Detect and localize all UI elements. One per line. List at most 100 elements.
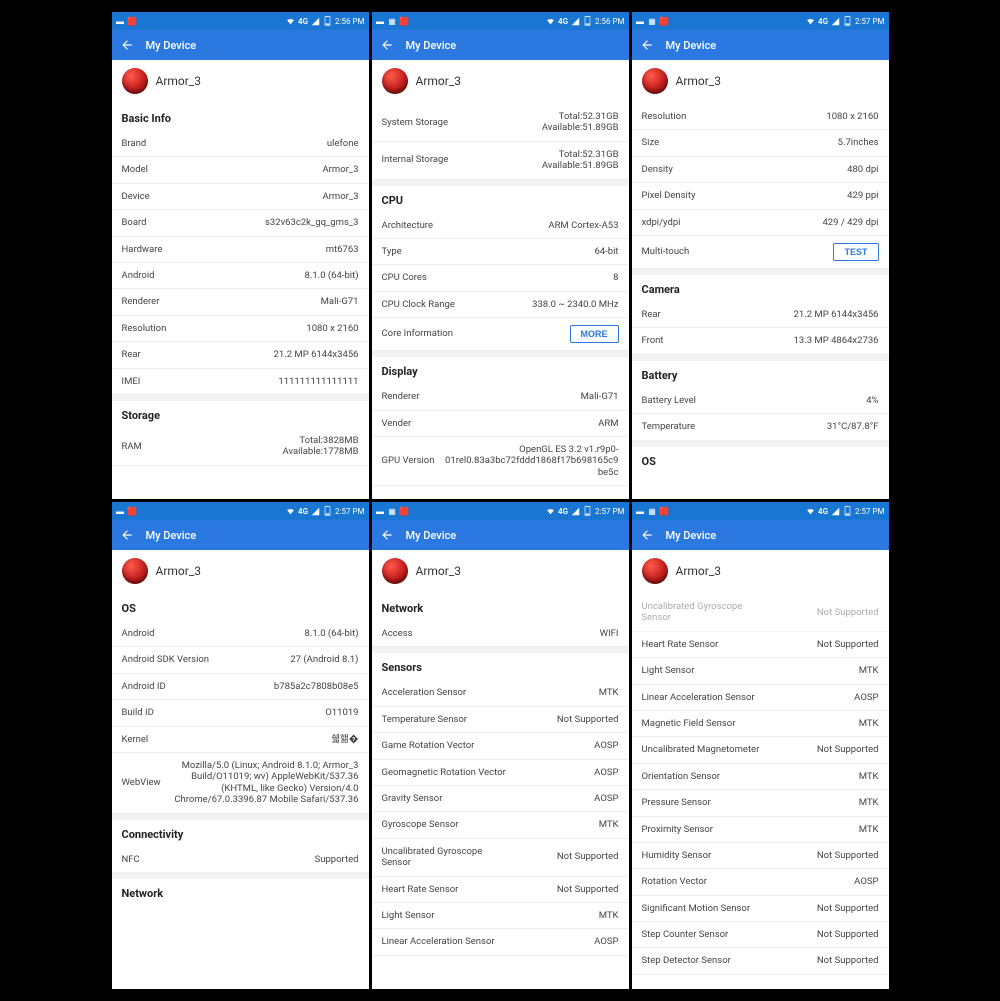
wifi-icon <box>546 17 555 26</box>
info-row: RAMTotal:3828MBAvailable:1778MB <box>112 428 369 466</box>
info-row: Uncalibrated MagnetometerNot Supported <box>632 737 889 763</box>
info-row: Core InformationMORE <box>372 318 629 351</box>
section-title: CPU <box>372 186 629 213</box>
info-row: Temperature31°C/87.8°F <box>632 414 889 440</box>
back-button[interactable] <box>380 38 394 52</box>
battery-icon <box>583 17 592 26</box>
scroll-content[interactable]: Armor_3 Resolution 1080 x 2160 Size 5.7inc… <box>632 60 889 499</box>
phone-screen-4: ▬🟥 4G 2:57 PM My Device Armor_3 OS Andro… <box>112 502 369 989</box>
row-value: O11019 <box>325 707 358 718</box>
info-row: Internal StorageTotal:52.31GBAvailable:5… <box>372 142 629 180</box>
scroll-content[interactable]: Armor_3 Uncalibrated Gyroscope SensorNot… <box>632 550 889 989</box>
section-title: Network <box>372 594 629 621</box>
back-button[interactable] <box>120 528 134 542</box>
network-label: 4G <box>298 507 308 516</box>
row-label: Front <box>642 335 664 346</box>
status-icon: 🟥 <box>400 507 409 516</box>
row-label: Rotation Vector <box>642 876 708 887</box>
device-header: Armor_3 <box>112 60 369 104</box>
section-title: OS <box>632 447 889 474</box>
row-label: Resolution <box>642 111 687 122</box>
row-label: Linear Acceleration Sensor <box>382 936 495 947</box>
battery-icon <box>323 507 332 516</box>
more-button[interactable]: MORE <box>570 325 619 343</box>
row-value: MTK <box>859 665 879 676</box>
row-value: Not Supported <box>817 850 879 861</box>
row-label: Model <box>122 164 148 175</box>
info-row: RendererMali-G71 <box>372 384 629 410</box>
row-value: Not Supported <box>557 851 619 862</box>
row-label: Proximity Sensor <box>642 824 714 835</box>
row-label: Type <box>382 246 402 257</box>
status-time: 2:57 PM <box>595 507 624 516</box>
info-row: System StorageTotal:52.31GBAvailable:51.… <box>372 104 629 142</box>
info-row: Brandulefone <box>112 131 369 157</box>
row-value: 5.7inches <box>838 137 879 148</box>
status-icon: ▦ <box>648 507 657 516</box>
row-label: xdpi/ydpi <box>642 217 681 228</box>
row-value: WIFI <box>600 628 619 639</box>
wifi-icon <box>546 507 555 516</box>
row-value: Not Supported <box>817 903 879 914</box>
section-title: Basic Info <box>112 104 369 131</box>
row-label: Uncalibrated Gyroscope Sensor <box>642 601 772 624</box>
info-row: Uncalibrated Gyroscope SensorNot Support… <box>372 839 629 877</box>
back-button[interactable] <box>380 528 394 542</box>
device-name: Armor_3 <box>156 564 202 578</box>
info-row: Hardwaremt6763 <box>112 237 369 263</box>
row-label: Uncalibrated Magnetometer <box>642 744 760 755</box>
scroll-content[interactable]: Armor_3 System StorageTotal:52.31GBAvail… <box>372 60 629 499</box>
row-value: AOSP <box>594 740 618 751</box>
status-icon: ▬ <box>376 507 385 516</box>
row-value: Not Supported <box>817 929 879 940</box>
appbar-title: My Device <box>666 529 717 542</box>
info-row: Android8.1.0 (64-bit) <box>112 621 369 647</box>
scroll-content[interactable]: Armor_3 OS Android8.1.0 (64-bit) Android… <box>112 550 369 989</box>
info-row: Kernel쉛핾� <box>112 727 369 753</box>
status-bar: ▬▦🟥 4G 2:57 PM <box>632 12 889 30</box>
row-value: MTK <box>859 824 879 835</box>
row-label: CPU Cores <box>382 272 427 283</box>
info-row: Game Rotation Vector AOSP <box>372 733 629 759</box>
row-label: Board <box>122 217 147 228</box>
row-value: 쉛핾� <box>331 734 358 745</box>
row-label: Orientation Sensor <box>642 771 721 782</box>
info-row: Resolution1080 x 2160 <box>112 316 369 342</box>
info-row: DeviceArmor_3 <box>112 184 369 210</box>
scroll-content[interactable]: Armor_3 Basic Info Brandulefone ModelArm… <box>112 60 369 499</box>
info-row: xdpi/ydpi429 / 429 dpi <box>632 210 889 236</box>
network-label: 4G <box>558 507 568 516</box>
phone-screen-5: ▬▦🟥 4G 2:57 PM My Device Armor_3 Network… <box>372 502 629 989</box>
device-header: Armor_3 <box>632 60 889 104</box>
row-value: 480 dpi <box>847 164 878 175</box>
row-label: Game Rotation Vector <box>382 740 475 751</box>
row-label: Size <box>642 137 660 148</box>
info-row: Rear21.2 MP 6144x3456 <box>632 302 889 328</box>
test-button[interactable]: TEST <box>833 243 878 261</box>
row-value: MTK <box>859 771 879 782</box>
back-button[interactable] <box>120 38 134 52</box>
wifi-icon <box>806 507 815 516</box>
status-bar: ▬🟥 4G 2:56 PM <box>112 12 369 30</box>
info-row: AccessWIFI <box>372 621 629 647</box>
row-label: Multi-touch <box>642 246 690 257</box>
back-button[interactable] <box>640 38 654 52</box>
app-logo-icon <box>642 68 668 94</box>
row-value: 111111111111111 <box>278 376 358 387</box>
scroll-content[interactable]: Armor_3 Network AccessWIFISensors Accele… <box>372 550 629 989</box>
device-header: Armor_3 <box>372 550 629 594</box>
row-value: Total:52.31GBAvailable:51.89GB <box>542 111 619 134</box>
status-icon: ▬ <box>636 17 645 26</box>
row-label: Brand <box>122 138 147 149</box>
info-row: Heart Rate SensorNot Supported <box>632 632 889 658</box>
row-label: Rear <box>122 349 141 360</box>
row-label: Battery Level <box>642 395 696 406</box>
back-button[interactable] <box>640 528 654 542</box>
signal-icon <box>571 507 580 516</box>
row-value: Not Supported <box>817 607 879 618</box>
info-row: Density480 dpi <box>632 157 889 183</box>
battery-icon <box>843 507 852 516</box>
row-value: 8.1.0 (64-bit) <box>305 270 359 281</box>
row-label: Resolution <box>122 323 167 334</box>
row-value: 1080 x 2160 <box>826 111 878 122</box>
